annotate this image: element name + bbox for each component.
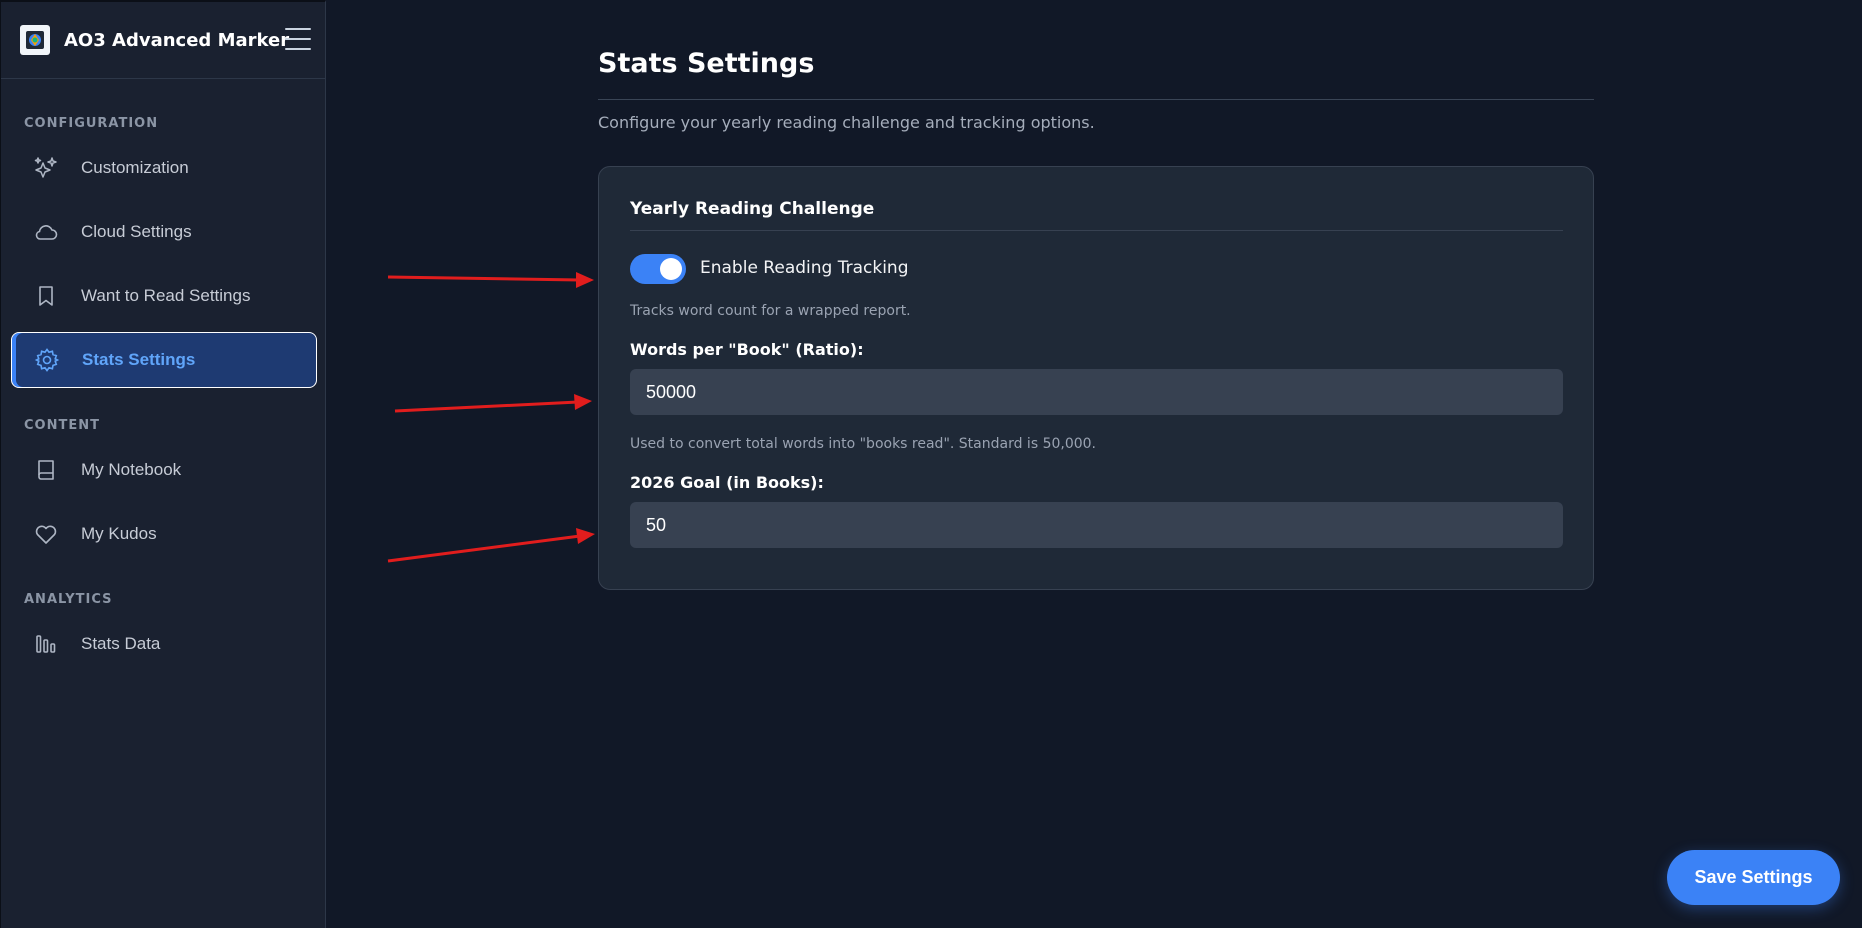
gear-icon — [34, 347, 60, 373]
enable-reading-tracking-toggle[interactable] — [630, 254, 686, 284]
yearly-reading-challenge-card: Yearly Reading Challenge Enable Reading … — [598, 166, 1594, 590]
section-label-configuration: CONFIGURATION — [24, 116, 159, 131]
ratio-label: Words per "Book" (Ratio): — [630, 340, 864, 359]
sidebar-item-label: My Kudos — [81, 524, 157, 543]
toggle-knob — [660, 258, 682, 280]
sidebar-item-label: Cloud Settings — [81, 222, 192, 241]
section-label-content: CONTENT — [24, 418, 100, 433]
heart-icon — [33, 521, 59, 547]
annotation-arrow — [394, 394, 592, 413]
annotation-arrow — [387, 272, 594, 288]
card-title: Yearly Reading Challenge — [630, 199, 875, 219]
ratio-help-text: Used to convert total words into "books … — [630, 436, 1096, 452]
brand-header: AO3 Advanced Marker — [1, 2, 325, 79]
app-title: AO3 Advanced Marker — [64, 29, 290, 51]
sidebar: AO3 Advanced Marker CONFIGURATION Custom… — [0, 0, 326, 928]
book-icon — [33, 457, 59, 483]
sidebar-item-label: Want to Read Settings — [81, 286, 251, 305]
hamburger-menu-icon[interactable] — [285, 28, 311, 50]
enable-reading-tracking-label: Enable Reading Tracking — [700, 258, 909, 278]
card-divider — [630, 230, 1563, 231]
cloud-icon — [33, 219, 59, 245]
sidebar-item-stats-data[interactable]: Stats Data — [11, 616, 317, 672]
page-subtitle: Configure your yearly reading challenge … — [598, 113, 1095, 132]
annotation-arrow — [387, 528, 595, 563]
sidebar-item-want-to-read-settings[interactable]: Want to Read Settings — [11, 268, 317, 324]
sidebar-item-my-notebook[interactable]: My Notebook — [11, 442, 317, 498]
sidebar-item-customization[interactable]: Customization — [11, 140, 317, 196]
sidebar-item-label: Customization — [81, 158, 189, 177]
sidebar-item-label: My Notebook — [81, 460, 182, 479]
title-divider — [598, 99, 1594, 100]
sparkles-icon — [33, 155, 59, 181]
section-label-analytics: ANALYTICS — [24, 592, 113, 607]
bookmark-icon — [33, 283, 59, 309]
sidebar-item-label: Stats Data — [81, 634, 161, 653]
sidebar-item-my-kudos[interactable]: My Kudos — [11, 506, 317, 562]
words-per-book-input[interactable] — [630, 369, 1563, 415]
sidebar-item-stats-settings[interactable]: Stats Settings — [11, 332, 317, 388]
save-settings-button[interactable]: Save Settings — [1667, 850, 1840, 905]
bar-chart-icon — [33, 631, 59, 657]
goal-label: 2026 Goal (in Books): — [630, 473, 824, 492]
app-logo-icon — [20, 25, 50, 55]
sidebar-item-label: Stats Settings — [82, 350, 196, 369]
tracking-help-text: Tracks word count for a wrapped report. — [630, 303, 911, 319]
sidebar-item-cloud-settings[interactable]: Cloud Settings — [11, 204, 317, 260]
yearly-goal-input[interactable] — [630, 502, 1563, 548]
page-title: Stats Settings — [598, 48, 815, 79]
